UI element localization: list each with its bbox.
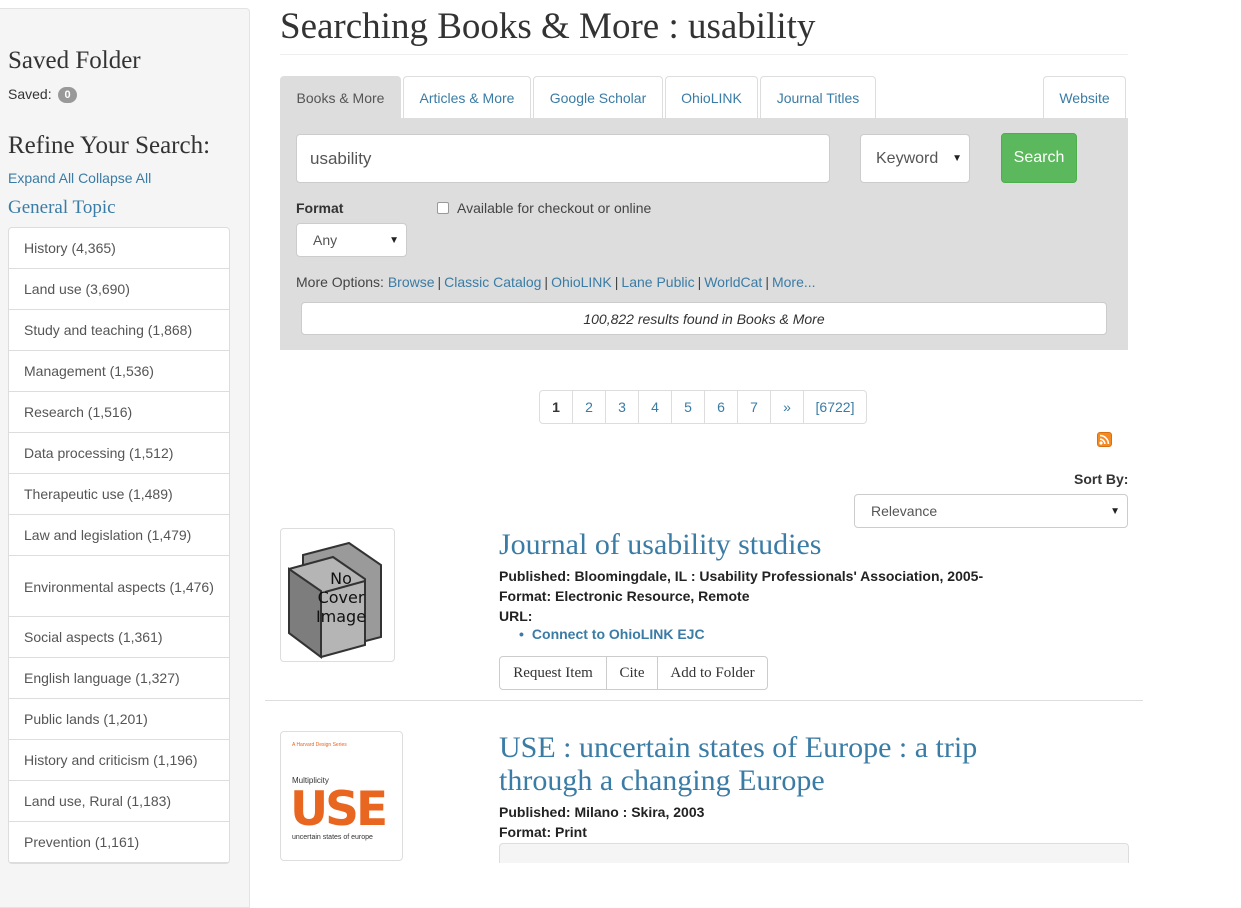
- topic-item[interactable]: History and criticism (1,196): [9, 740, 229, 781]
- saved-folder-title: Saved Folder: [8, 47, 141, 74]
- page-5[interactable]: 5: [671, 390, 705, 424]
- saved-label: Saved:: [8, 86, 52, 102]
- no-cover-image[interactable]: No Cover Image: [280, 528, 395, 662]
- general-topic-heading[interactable]: General Topic: [8, 197, 116, 219]
- add-to-folder-button[interactable]: Add to Folder: [657, 656, 768, 690]
- format-value: Any: [313, 232, 338, 248]
- format-line: Format: Print: [499, 824, 587, 840]
- page-6[interactable]: 6: [704, 390, 738, 424]
- search-type-select[interactable]: Keyword ▼: [860, 134, 970, 183]
- topic-item[interactable]: History (4,365): [9, 228, 229, 269]
- more-options-label: More Options:: [296, 274, 384, 290]
- available-label: Available for checkout or online: [457, 200, 652, 216]
- page-3[interactable]: 3: [605, 390, 639, 424]
- results-count: 100,822 results found in Books & More: [301, 302, 1107, 335]
- caret-down-icon: ▼: [952, 153, 962, 164]
- search-button[interactable]: Search: [1001, 133, 1077, 183]
- rss-glyph: [1099, 434, 1110, 445]
- topic-item[interactable]: Law and legislation (1,479): [9, 515, 229, 556]
- bullet: •: [519, 626, 524, 642]
- sort-value: Relevance: [871, 503, 938, 519]
- tab-ohiolink[interactable]: OhioLINK: [665, 76, 758, 118]
- request-item-button[interactable]: Request Item: [499, 656, 607, 690]
- topic-item[interactable]: Therapeutic use (1,489): [9, 474, 229, 515]
- lane-public-link[interactable]: Lane Public: [621, 274, 694, 290]
- result-title[interactable]: USE : uncertain states of Europe : a tri…: [499, 731, 1059, 797]
- published-line: Published: Milano : Skira, 2003: [499, 804, 705, 820]
- more-options: More Options: Browse | Classic Catalog | Ohi…: [296, 274, 816, 290]
- caret-down-icon: ▼: [1110, 505, 1120, 517]
- topic-item[interactable]: Social aspects (1,361): [9, 617, 229, 658]
- sort-select[interactable]: Relevance ▼: [854, 494, 1128, 528]
- ohiolink-link[interactable]: OhioLINK: [551, 274, 612, 290]
- topic-item[interactable]: English language (1,327): [9, 658, 229, 699]
- topic-item[interactable]: Study and teaching (1,868): [9, 310, 229, 351]
- pagination: 1 2 3 4 5 6 7 » [6722]: [539, 390, 867, 424]
- tab-journal-titles[interactable]: Journal Titles: [760, 76, 876, 118]
- sidebar: Saved Folder Saved: 0 Refine Your Search…: [0, 8, 250, 908]
- search-panel: usability Keyword ▼ Search Format Any ▼ …: [280, 118, 1128, 350]
- tab-website[interactable]: Website: [1043, 76, 1126, 118]
- expand-collapse-links: Expand All Collapse All: [8, 170, 151, 186]
- topic-list: History (4,365) Land use (3,690) Study a…: [8, 227, 230, 864]
- search-input[interactable]: usability: [296, 134, 830, 183]
- page-last[interactable]: [6722]: [803, 390, 867, 424]
- topic-item[interactable]: Land use (3,690): [9, 269, 229, 310]
- classic-catalog-link[interactable]: Classic Catalog: [444, 274, 541, 290]
- availability-panel: [499, 843, 1129, 863]
- available-checkbox[interactable]: [437, 202, 449, 214]
- saved-line[interactable]: Saved: 0: [8, 86, 77, 103]
- topic-item[interactable]: Environmental aspects (1,476): [9, 556, 229, 617]
- caret-down-icon: ▼: [389, 234, 399, 246]
- expand-all-link[interactable]: Expand All: [8, 170, 74, 186]
- page-4[interactable]: 4: [638, 390, 672, 424]
- url-list: • Connect to OhioLINK EJC: [519, 626, 705, 642]
- result-actions: Request Item Cite Add to Folder: [499, 656, 768, 690]
- result-divider: [265, 700, 1143, 701]
- topic-item[interactable]: Research (1,516): [9, 392, 229, 433]
- connect-ohiolink-link[interactable]: Connect to OhioLINK EJC: [532, 626, 705, 642]
- tab-articles-more[interactable]: Articles & More: [403, 76, 531, 118]
- book-cover-image[interactable]: A Harvard Design Series Multiplicity USE…: [280, 731, 403, 861]
- search-type-value: Keyword: [876, 149, 939, 167]
- topic-item[interactable]: Management (1,536): [9, 351, 229, 392]
- cover-subtitle: uncertain states of europe: [292, 834, 373, 841]
- page-title: Searching Books & More : usability: [280, 6, 816, 47]
- page-7[interactable]: 7: [737, 390, 771, 424]
- topic-item[interactable]: Data processing (1,512): [9, 433, 229, 474]
- cover-label: No Cover Image: [315, 569, 367, 626]
- cite-button[interactable]: Cite: [606, 656, 658, 690]
- url-label: URL:: [499, 608, 533, 624]
- worldcat-link[interactable]: WorldCat: [704, 274, 762, 290]
- sort-label: Sort By:: [1074, 471, 1129, 487]
- tab-books-more[interactable]: Books & More: [280, 76, 401, 118]
- rss-icon[interactable]: [1097, 432, 1112, 447]
- refine-search-title: Refine Your Search:: [8, 132, 211, 159]
- topic-item[interactable]: Prevention (1,161): [9, 822, 229, 863]
- browse-link[interactable]: Browse: [388, 274, 435, 290]
- page-1[interactable]: 1: [539, 390, 573, 424]
- title-divider: [280, 54, 1128, 55]
- saved-count-badge: 0: [58, 87, 77, 103]
- more-link[interactable]: More...: [772, 274, 816, 290]
- page-2[interactable]: 2: [572, 390, 606, 424]
- topic-item[interactable]: Public lands (1,201): [9, 699, 229, 740]
- result-title[interactable]: Journal of usability studies: [499, 528, 821, 561]
- collapse-all-link[interactable]: Collapse All: [78, 170, 151, 186]
- page-next[interactable]: »: [770, 390, 804, 424]
- cover-big-title: USE: [290, 782, 388, 837]
- search-tabs: Books & More Articles & More Google Scho…: [280, 76, 1128, 118]
- format-select[interactable]: Any ▼: [296, 223, 407, 257]
- available-filter[interactable]: Available for checkout or online: [437, 200, 651, 216]
- published-line: Published: Bloomingdale, IL : Usability …: [499, 568, 984, 584]
- cover-series-line: A Harvard Design Series: [292, 742, 347, 748]
- format-line: Format: Electronic Resource, Remote: [499, 588, 750, 604]
- topic-item[interactable]: Land use, Rural (1,183): [9, 781, 229, 822]
- format-label: Format: [296, 200, 344, 216]
- tab-google-scholar[interactable]: Google Scholar: [533, 76, 663, 118]
